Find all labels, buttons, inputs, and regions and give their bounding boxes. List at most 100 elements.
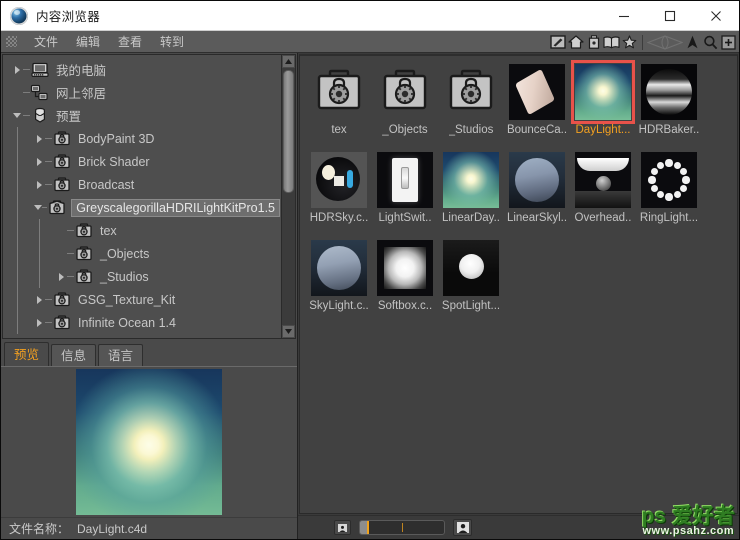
asset-label: SpotLight... xyxy=(442,300,500,312)
computer-icon xyxy=(30,61,50,79)
tree-twisty-collapsed-icon[interactable] xyxy=(33,181,45,189)
asset-item[interactable]: BounceCa.. xyxy=(504,62,570,148)
small-thumbnail-icon[interactable] xyxy=(334,520,351,535)
tree-twisty-collapsed-icon[interactable] xyxy=(33,296,45,304)
tree-connector xyxy=(17,288,18,311)
network-icon xyxy=(30,84,50,102)
menu-edit[interactable]: 编辑 xyxy=(67,31,109,53)
tree-item[interactable]: _Studios xyxy=(3,265,280,288)
tree-dash xyxy=(45,299,52,300)
tree-item[interactable]: 网上邻居 xyxy=(3,81,280,104)
home-icon[interactable] xyxy=(567,34,584,51)
asset-item[interactable]: HDRSky.c.. xyxy=(306,150,372,236)
tree-item[interactable]: GSG_Texture_Kit xyxy=(3,288,280,311)
preview-tabs[interactable]: 预览信息语言 xyxy=(1,340,297,366)
asset-item[interactable]: _Objects xyxy=(372,62,438,148)
tree-connector xyxy=(17,265,18,288)
tree-twisty-collapsed-icon[interactable] xyxy=(33,158,45,166)
scroll-down-button[interactable] xyxy=(282,325,295,338)
slider-knob[interactable] xyxy=(360,521,369,534)
book-icon[interactable] xyxy=(603,34,620,51)
asset-item[interactable]: HDRBaker.. xyxy=(636,62,702,148)
locked-folder-icon xyxy=(311,64,367,120)
tree-twisty-collapsed-icon[interactable] xyxy=(55,273,67,281)
tree-item-label: _Studios xyxy=(100,270,149,284)
folder-tree[interactable]: 我的电脑网上邻居预置BodyPaint 3D Brick Shader Broadc… xyxy=(3,55,280,338)
tree-item-label: 我的电脑 xyxy=(56,60,106,79)
watermark-url: www.psahz.com xyxy=(642,526,734,537)
scroll-up-button[interactable] xyxy=(282,55,295,68)
locked-folder-icon xyxy=(52,176,72,194)
lightswitch-thumbnail xyxy=(377,152,433,208)
slider-tick xyxy=(402,523,403,532)
asset-item[interactable]: Overhead.. xyxy=(570,150,636,236)
asset-label: LinearDay.. xyxy=(442,212,500,224)
bounce-card-thumbnail xyxy=(509,64,565,120)
grip-dots-icon[interactable] xyxy=(6,36,17,47)
asset-item[interactable]: LinearSkyl.. xyxy=(504,150,570,236)
tree-connector xyxy=(17,219,18,242)
asset-grid[interactable]: tex _Objects_StudiosBounceCa..DayLight...… xyxy=(306,62,733,326)
asset-item[interactable]: LightSwit.. xyxy=(372,150,438,236)
tree-twisty-collapsed-icon[interactable] xyxy=(33,135,45,143)
tree-dash xyxy=(45,138,52,139)
tree-item[interactable]: _Objects xyxy=(3,242,280,265)
thumbnail-size-slider[interactable] xyxy=(359,520,445,535)
asset-item[interactable]: RingLight... xyxy=(636,150,702,236)
scroll-track[interactable] xyxy=(282,68,295,325)
content-browser-window: 内容浏览器 文件 编辑 查看 转到 xyxy=(0,0,740,540)
maximize-button[interactable] xyxy=(647,1,693,31)
asset-item[interactable]: SkyLight.c.. xyxy=(306,238,372,324)
skylight-thumbnail xyxy=(311,240,367,296)
locked-folder-icon xyxy=(377,64,433,120)
close-button[interactable] xyxy=(693,1,739,31)
large-thumbnail-icon[interactable] xyxy=(453,519,472,536)
tab-info[interactable]: 信息 xyxy=(51,344,96,366)
tree-twisty-collapsed-icon[interactable] xyxy=(33,319,45,327)
tree-item[interactable]: GreyscalegorillaHDRILightKitPro1.5 xyxy=(3,196,280,219)
add-plus-box-icon[interactable] xyxy=(720,34,737,51)
menu-goto[interactable]: 转到 xyxy=(151,31,193,53)
search-magnifier-icon[interactable] xyxy=(702,34,719,51)
asset-item[interactable]: Softbox.c.. xyxy=(372,238,438,324)
twisty-triangle xyxy=(37,319,42,327)
star-icon[interactable] xyxy=(621,34,638,51)
tree-twisty-collapsed-icon[interactable] xyxy=(11,66,23,74)
preset-jar-icon xyxy=(30,107,50,125)
asset-item-selected[interactable]: DayLight... xyxy=(570,62,636,148)
minimize-button[interactable] xyxy=(601,1,647,31)
asset-item[interactable]: SpotLight... xyxy=(438,238,504,324)
tree-item-label: Brick Shader xyxy=(78,155,150,169)
tree-connector xyxy=(17,127,18,150)
menu-view[interactable]: 查看 xyxy=(109,31,151,53)
asset-label: HDRBaker.. xyxy=(639,124,700,136)
edit-pencil-icon[interactable] xyxy=(549,34,566,51)
tree-item[interactable]: tex xyxy=(3,219,280,242)
tree-item[interactable]: 预置 xyxy=(3,104,280,127)
asset-label: Softbox.c.. xyxy=(378,300,432,312)
tree-item[interactable]: Infinite Ocean 1.4 xyxy=(3,311,280,334)
asset-item[interactable]: _Studios xyxy=(438,62,504,148)
tree-item[interactable]: 我的电脑 xyxy=(3,58,280,81)
menu-file[interactable]: 文件 xyxy=(25,31,67,53)
twisty-triangle xyxy=(13,113,21,118)
tree-item[interactable]: Brick Shader xyxy=(3,150,280,173)
tab-preview[interactable]: 预览 xyxy=(4,342,49,366)
linearskylight-thumbnail xyxy=(509,152,565,208)
tree-vertical-scrollbar[interactable] xyxy=(281,55,295,338)
tree-item[interactable]: BodyPaint 3D xyxy=(3,127,280,150)
tab-language[interactable]: 语言 xyxy=(98,344,143,366)
tree-item-label: _Objects xyxy=(100,247,149,261)
asset-item[interactable]: LinearDay.. xyxy=(438,150,504,236)
tree-item[interactable]: Broadcast xyxy=(3,173,280,196)
right-panel: tex _Objects_StudiosBounceCa..DayLight...… xyxy=(298,53,739,539)
tree-twisty-expanded-icon[interactable] xyxy=(11,113,23,118)
tree-connector xyxy=(39,265,40,288)
asset-label: tex xyxy=(331,124,346,136)
trash-bin-icon[interactable] xyxy=(585,34,602,51)
asset-item[interactable]: tex xyxy=(306,62,372,148)
tree-twisty-expanded-icon[interactable] xyxy=(33,205,42,210)
navigate-up-arrow-icon[interactable] xyxy=(684,34,701,51)
asset-label: BounceCa.. xyxy=(507,124,567,136)
scroll-thumb[interactable] xyxy=(283,70,294,193)
